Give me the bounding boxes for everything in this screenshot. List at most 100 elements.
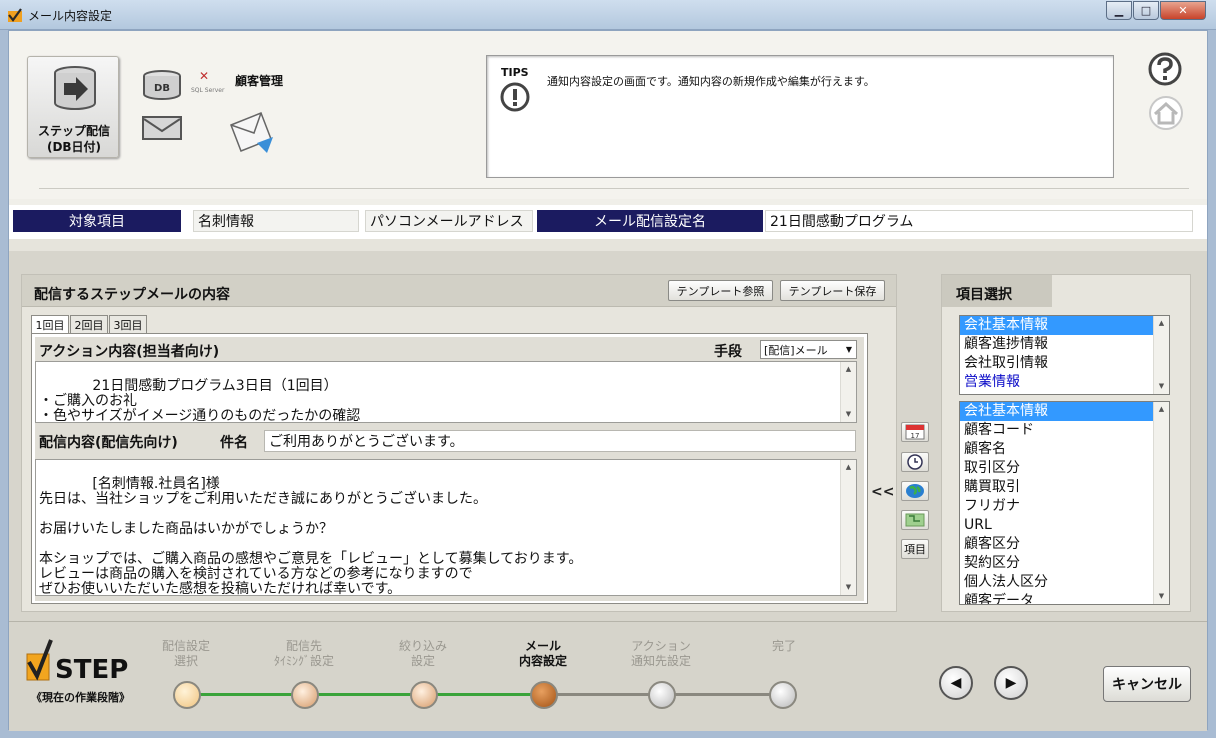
sql-server-label: SQL Server [191,87,225,94]
step-node-current [530,681,558,709]
field-list[interactable]: 会社基本情報 顧客コード 顧客名 取引区分 購買取引 フリガナ URL 顧客区分… [959,401,1170,605]
step-node-done [173,681,201,709]
info-row-bottom [9,239,1207,251]
item-select-panel: 項目選択 会社基本情報 顧客進捗情報 会社取引情報 営業情報 ▲ ▼ 会社基本情報… [941,274,1191,612]
scroll-down-icon[interactable]: ▼ [841,407,856,422]
mail-icon[interactable] [141,115,183,141]
step-delivery-label: ステップ配信 (DB日付) [28,123,120,155]
scroll-down-icon[interactable]: ▼ [1154,379,1169,394]
cancel-button[interactable]: キャンセル [1103,666,1191,702]
calendar-icon: 17 [905,424,925,440]
scroll-up-icon[interactable]: ▲ [1154,316,1169,331]
db-arrow-icon [54,66,96,110]
chevron-down-icon: ▼ [845,345,853,354]
maximize-button[interactable]: □ [1133,1,1159,20]
field-item[interactable]: 個人法人区分 [960,573,1169,592]
step-label: 配信先 ﾀｲﾐﾝｸﾞ設定 [254,639,354,669]
scroll-up-icon[interactable]: ▲ [841,362,856,377]
tab-round-2[interactable]: 2回目 [70,315,108,333]
client-area: ステップ配信 (DB日付) DB ✕ SQL Server 顧客管理 TIPS [8,30,1208,731]
field-item[interactable]: 顧客名 [960,440,1169,459]
field-item[interactable]: 契約区分 [960,554,1169,573]
db-icon[interactable]: DB [141,69,183,101]
scroll-up-icon[interactable]: ▲ [841,460,856,475]
step-label-line2: 選択 [173,654,198,668]
tips-label: TIPS [501,66,529,79]
field-item[interactable]: URL [960,516,1169,535]
title-bar: メール内容設定 ▁ □ ✕ [0,0,1216,30]
tab-round-3[interactable]: 3回目 [109,315,147,333]
method-select[interactable]: [配信]メール ▼ [760,340,857,359]
prev-button[interactable]: ◀ [939,666,973,700]
step-label-line2: 内容設定 [518,654,567,668]
category-list[interactable]: 会社基本情報 顧客進捗情報 会社取引情報 営業情報 ▲ ▼ [959,315,1170,395]
field-item[interactable]: 顧客区分 [960,535,1169,554]
target-item-value: 名刺情報 [193,210,359,232]
action-content-label: アクション内容(担当者向け) [39,344,220,360]
header-divider [39,188,1189,189]
tips-text: 通知内容設定の画面です。通知内容の新規作成や編集が行えます。 [547,75,875,88]
item-button[interactable]: 項目 [901,539,929,559]
mail-address-value: パソコンメールアドレス [365,210,533,232]
step-label-line1: アクション [631,639,691,653]
customer-management-label: 顧客管理 [235,74,284,88]
field-item[interactable]: 顧客データ [960,592,1169,604]
home-icon[interactable] [1147,95,1185,131]
step-label: 絞り込み 設定 [373,639,473,669]
step-node-done [410,681,438,709]
category-item[interactable]: 会社取引情報 [960,354,1169,373]
item-select-header: 項目選択 [942,275,1052,307]
app-icon [8,8,22,22]
delivery-setting-value: 21日間感動プログラム [765,210,1193,232]
next-button[interactable]: ▶ [994,666,1028,700]
field-item[interactable]: 顧客コード [960,421,1169,440]
step-logo: STEP [26,639,128,685]
step-label-line1: 配信設定 [161,639,210,653]
template-reference-button[interactable]: テンプレート参照 [668,280,773,301]
category-item[interactable]: 営業情報 [960,373,1169,392]
field-item[interactable]: フリガナ [960,497,1169,516]
action-scrollbar[interactable]: ▲ ▼ [840,362,856,422]
scroll-down-icon[interactable]: ▼ [1154,589,1169,604]
action-content-text: 21日間感動プログラム3日目（1回目） ・ご購入のお礼 ・色やサイズがイメージ通… [39,378,361,423]
map-button[interactable] [901,510,929,530]
minimize-button[interactable]: ▁ [1106,1,1132,20]
tab-round-1[interactable]: 1回目 [31,315,69,334]
scroll-down-icon[interactable]: ▼ [841,580,856,595]
field-item[interactable]: 購買取引 [960,478,1169,497]
help-icon[interactable] [1147,51,1183,87]
close-button[interactable]: ✕ [1160,1,1206,20]
field-item[interactable]: 会社基本情報 [960,402,1169,421]
category-item[interactable]: 顧客進捗情報 [960,335,1169,354]
action-content-textarea[interactable]: 21日間感動プログラム3日目（1回目） ・ご購入のお礼 ・色やサイズがイメージ通… [35,361,857,423]
template-save-button[interactable]: テンプレート保存 [780,280,885,301]
step-delivery-button[interactable]: ステップ配信 (DB日付) [27,56,119,158]
body-scrollbar[interactable]: ▲ ▼ [840,460,856,595]
calendar-button[interactable]: 17 [901,422,929,442]
subject-input[interactable]: ご利用ありがとうございます。 [264,430,856,452]
scroll-up-icon[interactable]: ▲ [1154,402,1169,417]
step-label: 配信設定 選択 [136,639,236,669]
tips-box: TIPS 通知内容設定の画面です。通知内容の新規作成や編集が行えます。 [486,55,1114,178]
subject-label: 件名 [220,435,248,451]
step-delivery-label-line1: ステップ配信 [37,124,110,138]
method-select-value: [配信]メール [764,343,828,357]
clock-button[interactable] [901,452,929,472]
category-scrollbar[interactable]: ▲ ▼ [1153,316,1169,394]
exclamation-icon [500,82,530,112]
body-textarea[interactable]: [名刺情報.社員名]様 先日は、当社ショップをご利用いただき誠にありがとうござい… [35,459,857,596]
db-icon-label: DB [154,83,170,94]
field-item[interactable]: 取引区分 [960,459,1169,478]
send-mail-icon [230,112,273,153]
globe-button[interactable] [901,481,929,501]
step-node-pending [769,681,797,709]
step-label-line2: 設定 [410,654,435,668]
field-scrollbar[interactable]: ▲ ▼ [1153,402,1169,604]
tab-inner: アクション内容(担当者向け) 手段 [配信]メール ▼ 21日間感動プログラム3… [35,337,864,601]
step-node-done [291,681,319,709]
step-node-pending [648,681,676,709]
delivery-content-label: 配信内容(配信先向け) [39,435,178,451]
category-item[interactable]: 会社基本情報 [960,316,1169,335]
insert-field-button[interactable]: << [871,484,894,500]
delivery-setting-label: メール配信設定名 [537,210,763,232]
